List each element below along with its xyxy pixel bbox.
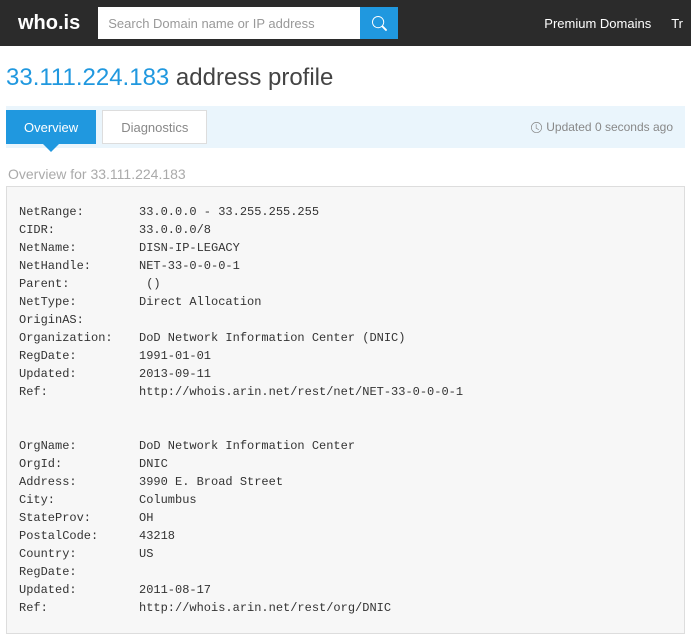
whois-key: NetName: <box>19 239 139 257</box>
whois-value: OH <box>139 509 153 527</box>
whois-key: NetRange: <box>19 203 139 221</box>
whois-key: StateProv: <box>19 509 139 527</box>
whois-value: 3990 E. Broad Street <box>139 473 283 491</box>
logo-text: who.is <box>18 12 80 35</box>
whois-key: OrgId: <box>19 455 139 473</box>
whois-value: http://whois.arin.net/rest/net/NET-33-0-… <box>139 383 463 401</box>
overview-heading: Overview for 33.111.224.183 <box>6 148 685 186</box>
title-suffix: address profile <box>169 64 333 91</box>
whois-value: 1991-01-01 <box>139 347 211 365</box>
whois-row: Parent: () <box>19 275 672 293</box>
search-form <box>98 7 398 39</box>
whois-value: DoD Network Information Center <box>139 437 355 455</box>
whois-row: NetHandle:NET-33-0-0-0-1 <box>19 257 672 275</box>
whois-value: DISN-IP-LEGACY <box>139 239 240 257</box>
site-logo[interactable]: who.is <box>8 12 90 35</box>
whois-value: 33.0.0.0/8 <box>139 221 211 239</box>
whois-row: NetName:DISN-IP-LEGACY <box>19 239 672 257</box>
whois-row: Address:3990 E. Broad Street <box>19 473 672 491</box>
whois-row: RegDate: <box>19 563 672 581</box>
whois-row: NetType:Direct Allocation <box>19 293 672 311</box>
whois-value: 33.0.0.0 - 33.255.255.255 <box>139 203 319 221</box>
whois-row: OrgName:DoD Network Information Center <box>19 437 672 455</box>
tab-overview[interactable]: Overview <box>6 110 96 144</box>
whois-row: NetRange:33.0.0.0 - 33.255.255.255 <box>19 203 672 221</box>
whois-key: OriginAS: <box>19 311 139 329</box>
top-bar: who.is Premium Domains Tr <box>0 0 691 46</box>
whois-value: () <box>139 275 161 293</box>
whois-row: StateProv:OH <box>19 509 672 527</box>
whois-row: Updated:2013-09-11 <box>19 365 672 383</box>
whois-value: US <box>139 545 153 563</box>
whois-key: Organization: <box>19 329 139 347</box>
whois-key: NetHandle: <box>19 257 139 275</box>
nav-truncated[interactable]: Tr <box>661 16 683 31</box>
whois-value: NET-33-0-0-0-1 <box>139 257 240 275</box>
page-title: 33.111.224.183 address profile <box>6 64 685 92</box>
whois-output: NetRange:33.0.0.0 - 33.255.255.255CIDR:3… <box>6 186 685 634</box>
updated-text: Updated 0 seconds ago <box>546 120 673 134</box>
title-ip: 33.111.224.183 <box>6 64 169 91</box>
whois-row: Organization:DoD Network Information Cen… <box>19 329 672 347</box>
main-content: 33.111.224.183 address profile Overview … <box>0 46 691 634</box>
nav-premium-domains[interactable]: Premium Domains <box>534 16 661 31</box>
whois-value: 2013-09-11 <box>139 365 211 383</box>
updated-label: Updated 0 seconds ago <box>531 120 685 134</box>
whois-row: OrgId:DNIC <box>19 455 672 473</box>
whois-key: NetType: <box>19 293 139 311</box>
whois-row: Updated:2011-08-17 <box>19 581 672 599</box>
whois-key: Address: <box>19 473 139 491</box>
whois-row: Ref:http://whois.arin.net/rest/net/NET-3… <box>19 383 672 401</box>
search-button[interactable] <box>360 7 398 39</box>
whois-row: CIDR:33.0.0.0/8 <box>19 221 672 239</box>
search-input[interactable] <box>98 7 360 39</box>
whois-row: RegDate:1991-01-01 <box>19 347 672 365</box>
tab-diagnostics[interactable]: Diagnostics <box>102 110 207 144</box>
tab-bar: Overview Diagnostics Updated 0 seconds a… <box>6 106 685 148</box>
whois-key: Updated: <box>19 365 139 383</box>
clock-icon <box>531 122 542 133</box>
whois-row: OriginAS: <box>19 311 672 329</box>
whois-key: City: <box>19 491 139 509</box>
whois-key: CIDR: <box>19 221 139 239</box>
search-icon <box>372 16 387 31</box>
whois-key: Updated: <box>19 581 139 599</box>
whois-value: Columbus <box>139 491 197 509</box>
whois-row: Country:US <box>19 545 672 563</box>
whois-value: 2011-08-17 <box>139 581 211 599</box>
whois-key: Ref: <box>19 599 139 617</box>
whois-key: RegDate: <box>19 347 139 365</box>
whois-value: Direct Allocation <box>139 293 261 311</box>
whois-key: OrgName: <box>19 437 139 455</box>
whois-value: http://whois.arin.net/rest/org/DNIC <box>139 599 391 617</box>
whois-value: DoD Network Information Center (DNIC) <box>139 329 405 347</box>
whois-key: Country: <box>19 545 139 563</box>
whois-key: RegDate: <box>19 563 139 581</box>
whois-row: City:Columbus <box>19 491 672 509</box>
whois-key: Ref: <box>19 383 139 401</box>
whois-key: Parent: <box>19 275 139 293</box>
whois-row: Ref:http://whois.arin.net/rest/org/DNIC <box>19 599 672 617</box>
whois-value: DNIC <box>139 455 168 473</box>
